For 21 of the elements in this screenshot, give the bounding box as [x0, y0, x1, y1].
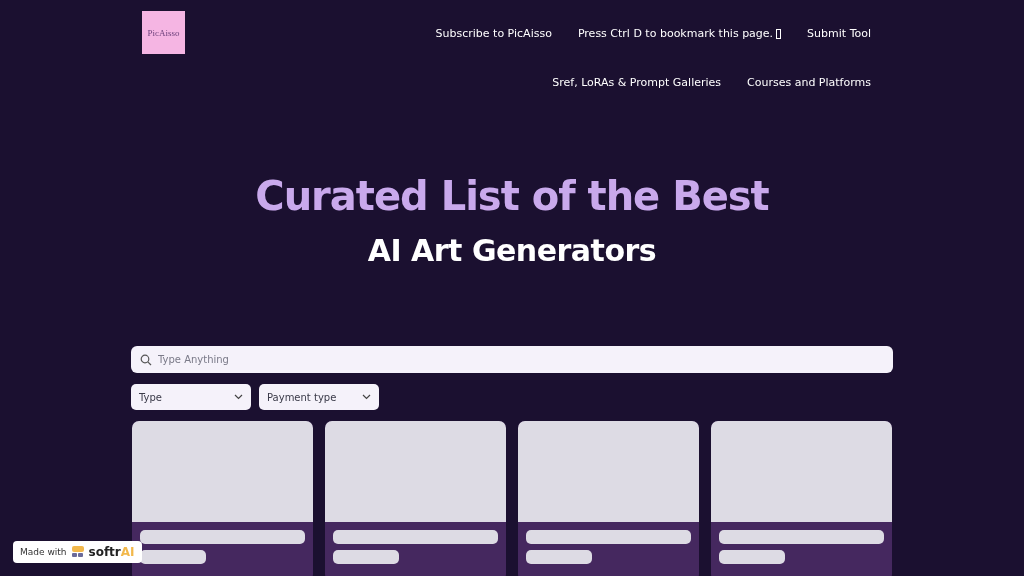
- nav-link[interactable]: Courses and Platforms: [747, 76, 871, 89]
- made-with-badge[interactable]: Made with softrAI: [13, 541, 142, 563]
- chevron-down-icon: [234, 394, 243, 400]
- nav-link[interactable]: Submit Tool: [807, 27, 871, 40]
- filter-dropdown[interactable]: Payment type: [259, 384, 379, 410]
- skeleton-bar: [719, 550, 785, 564]
- hero-title: Curated List of the Best: [254, 173, 770, 219]
- chevron-down-icon: [362, 394, 371, 400]
- brand-name: softrAI: [88, 545, 135, 559]
- nav-link[interactable]: Press Ctrl D to bookmark this page.: [577, 27, 782, 40]
- search-field[interactable]: Type Anything: [131, 346, 893, 373]
- blocks-icon: [70, 546, 85, 558]
- nav-link[interactable]: Sref, LoRAs & Prompt Galleries: [552, 76, 722, 89]
- skeleton-bar: [140, 550, 206, 564]
- logo[interactable]: PicAisso: [142, 11, 185, 54]
- skeleton-bar: [526, 550, 592, 564]
- hero-subtitle: AI Art Generators: [366, 233, 658, 268]
- filter-dropdown[interactable]: Type: [131, 384, 251, 410]
- nav-link[interactable]: Subscribe to PicAisso: [435, 27, 552, 40]
- badge-text: Made with: [20, 547, 67, 557]
- skeleton-bar: [333, 550, 399, 564]
